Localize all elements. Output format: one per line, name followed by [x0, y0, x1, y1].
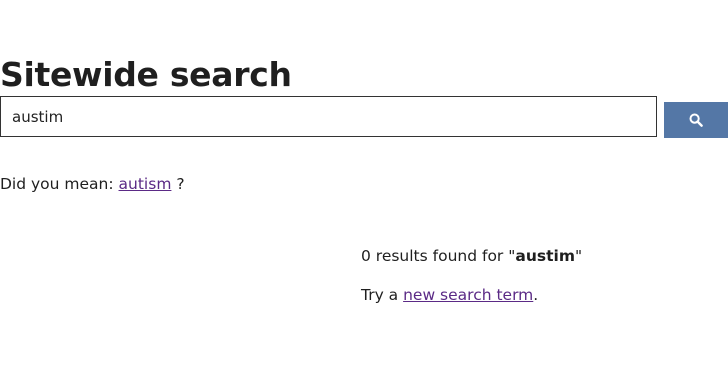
try-new-prefix: Try a — [361, 286, 404, 304]
search-page: Sitewide search Did you mean: autism ? 0… — [0, 0, 728, 376]
page-title: Sitewide search — [0, 55, 292, 94]
suggestion-link[interactable]: autism — [119, 175, 172, 193]
search-button[interactable] — [664, 102, 728, 138]
results-count-suffix: " — [574, 247, 583, 265]
did-you-mean: Did you mean: autism ? — [0, 175, 185, 193]
try-new-search: Try a new search term. — [361, 286, 538, 304]
search-input[interactable] — [0, 96, 657, 137]
search-icon — [689, 113, 703, 127]
results-count: 0 results found for "austim" — [361, 247, 582, 265]
did-you-mean-suffix: ? — [171, 175, 185, 193]
results-count-prefix: 0 results found for " — [361, 247, 516, 265]
try-new-suffix: . — [533, 286, 539, 304]
results-query: austim — [515, 247, 575, 265]
new-search-term-link[interactable]: new search term — [403, 286, 533, 304]
did-you-mean-label: Did you mean: — [0, 175, 119, 193]
